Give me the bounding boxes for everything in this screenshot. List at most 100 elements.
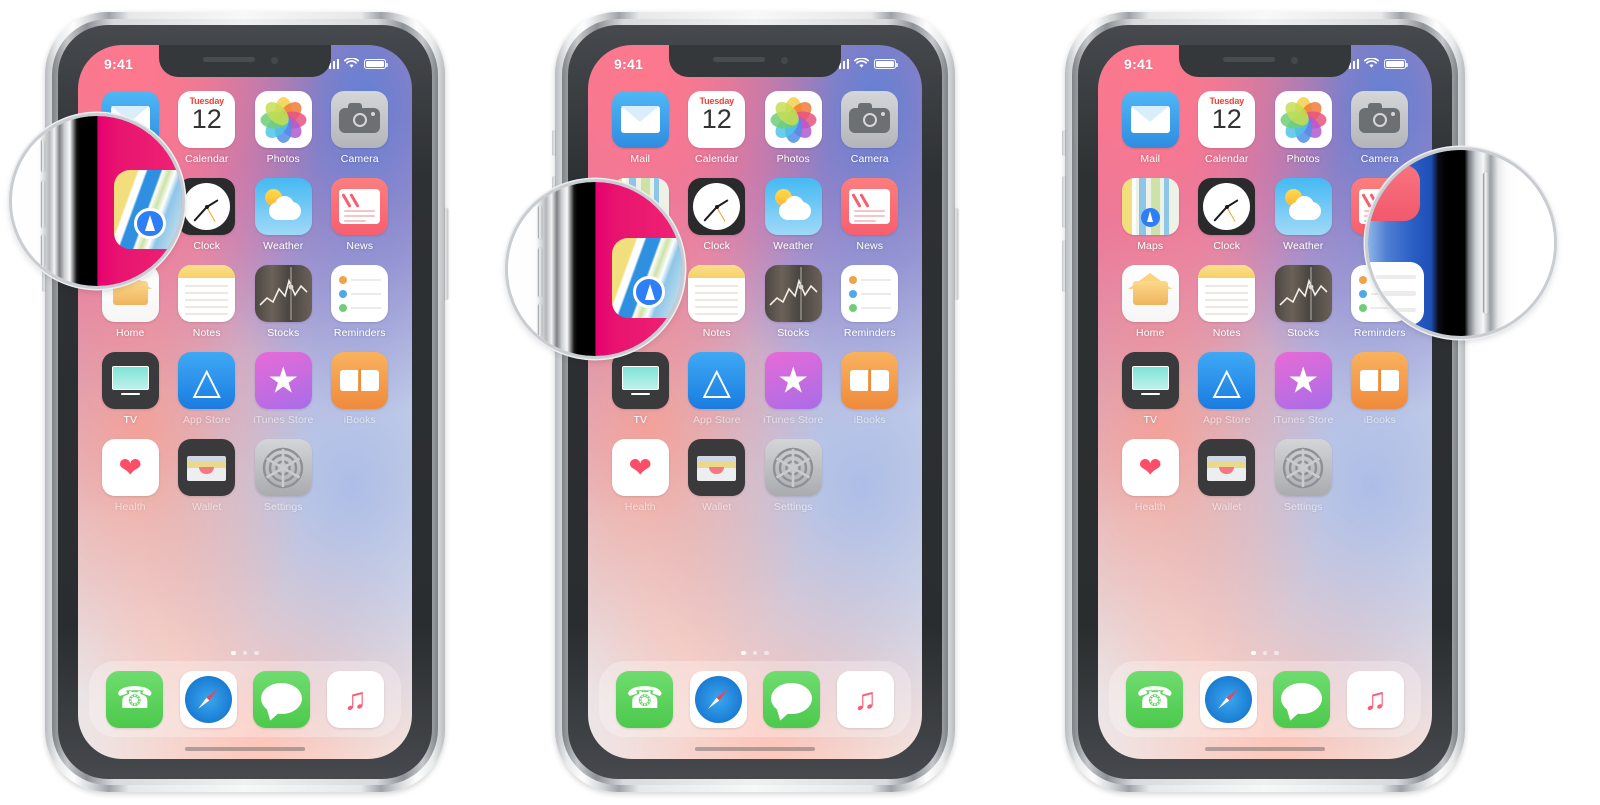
app-notes[interactable]: Notes — [1189, 265, 1266, 339]
health-icon[interactable]: ❤ — [611, 439, 669, 496]
messages-icon[interactable] — [1273, 670, 1331, 728]
news-icon[interactable] — [331, 178, 389, 235]
page-dots[interactable] — [588, 650, 922, 655]
page-dots[interactable] — [1098, 650, 1432, 655]
app-stocks[interactable]: Stocks — [245, 265, 322, 339]
app-app-store[interactable]: △ App Store — [1189, 352, 1266, 426]
news-icon[interactable] — [841, 178, 899, 235]
camera-icon[interactable] — [1351, 91, 1409, 148]
music-icon[interactable]: ♫ — [1346, 670, 1404, 728]
ring-silent-switch-zoom[interactable] — [40, 139, 45, 173]
ibooks-icon[interactable] — [331, 352, 389, 409]
app-photos[interactable]: Photos — [1265, 91, 1342, 165]
app-settings[interactable]: Settings — [245, 439, 322, 513]
app-reminders[interactable]: Reminders — [832, 265, 909, 339]
safari-icon[interactable] — [689, 670, 747, 728]
phone-icon[interactable]: ☎ — [616, 670, 674, 728]
app-settings[interactable]: Settings — [1265, 439, 1342, 513]
calendar-icon[interactable]: Tuesday 12 — [1198, 91, 1256, 148]
wallet-icon[interactable] — [688, 439, 746, 496]
app-stocks[interactable]: Stocks — [1265, 265, 1342, 339]
app-itunes-store[interactable]: ★ iTunes Store — [1265, 352, 1342, 426]
app-app-store[interactable]: △ App Store — [169, 352, 246, 426]
itunes-store-icon[interactable]: ★ — [1274, 352, 1332, 409]
weather-icon[interactable] — [1274, 178, 1332, 235]
messages-icon[interactable] — [763, 670, 821, 728]
stocks-icon[interactable] — [254, 265, 312, 322]
messages-icon[interactable] — [253, 670, 311, 728]
app-calendar[interactable]: Tuesday 12 Calendar — [679, 91, 756, 165]
phone-icon[interactable]: ☎ — [1126, 670, 1184, 728]
ring-silent-switch[interactable] — [552, 130, 556, 156]
camera-icon[interactable] — [841, 91, 899, 148]
reminders-icon[interactable] — [841, 265, 899, 322]
volume-down-button-zoom[interactable] — [40, 235, 45, 268]
calendar-icon[interactable]: Tuesday 12 — [688, 91, 746, 148]
volume-down-button-zoom[interactable] — [537, 303, 542, 337]
stocks-icon[interactable] — [1274, 265, 1332, 322]
home-indicator-bar[interactable] — [1205, 746, 1325, 751]
app-wallet[interactable]: Wallet — [1189, 439, 1266, 513]
ibooks-icon[interactable] — [1351, 352, 1409, 409]
app-health[interactable]: ❤ Health — [92, 439, 169, 513]
tv-icon[interactable] — [611, 352, 669, 409]
itunes-store-icon[interactable]: ★ — [254, 352, 312, 409]
tv-icon[interactable] — [1121, 352, 1179, 409]
ibooks-icon[interactable] — [841, 352, 899, 409]
weather-icon[interactable] — [254, 178, 312, 235]
home-icon[interactable] — [1121, 265, 1179, 322]
health-icon[interactable]: ❤ — [101, 439, 159, 496]
home-indicator-bar[interactable] — [185, 746, 305, 751]
music-icon[interactable]: ♫ — [326, 670, 384, 728]
wallet-icon[interactable] — [1198, 439, 1256, 496]
clock-icon[interactable] — [178, 178, 236, 235]
volume-up-button[interactable] — [1062, 176, 1066, 228]
volume-down-button[interactable] — [1062, 240, 1066, 292]
app-camera[interactable]: Camera — [832, 91, 909, 165]
app-photos[interactable]: Photos — [755, 91, 832, 165]
app-photos[interactable]: Photos — [245, 91, 322, 165]
app-maps[interactable]: Maps — [1112, 178, 1189, 252]
mail-icon[interactable] — [611, 91, 669, 148]
app-wallet[interactable]: Wallet — [169, 439, 246, 513]
settings-icon[interactable] — [1274, 439, 1332, 496]
weather-icon[interactable] — [764, 178, 822, 235]
music-icon[interactable]: ♫ — [836, 670, 894, 728]
app-camera[interactable]: Camera — [322, 91, 399, 165]
app-store-icon[interactable]: △ — [1198, 352, 1256, 409]
settings-icon[interactable] — [254, 439, 312, 496]
app-app-store[interactable]: △ App Store — [679, 352, 756, 426]
photos-icon[interactable] — [1274, 91, 1332, 148]
app-clock[interactable]: Clock — [1189, 178, 1266, 252]
app-store-icon[interactable]: △ — [688, 352, 746, 409]
wallet-icon[interactable] — [178, 439, 236, 496]
volume-up-button-zoom[interactable] — [537, 248, 542, 297]
settings-icon[interactable] — [764, 439, 822, 496]
photos-icon[interactable] — [254, 91, 312, 148]
app-ibooks[interactable]: iBooks — [322, 352, 399, 426]
ring-silent-switch-zoom[interactable] — [537, 206, 542, 240]
side-button-zoom[interactable] — [1483, 172, 1489, 314]
photos-icon[interactable] — [764, 91, 822, 148]
app-store-icon[interactable]: △ — [178, 352, 236, 409]
app-ibooks[interactable]: iBooks — [1342, 352, 1419, 426]
side-button[interactable] — [444, 208, 448, 300]
tv-icon[interactable] — [101, 352, 159, 409]
app-stocks[interactable]: Stocks — [755, 265, 832, 339]
phone-icon[interactable]: ☎ — [106, 670, 164, 728]
app-ibooks[interactable]: iBooks — [832, 352, 909, 426]
health-icon[interactable]: ❤ — [1121, 439, 1179, 496]
notes-icon[interactable] — [178, 265, 236, 322]
app-health[interactable]: ❤ Health — [1112, 439, 1189, 513]
app-mail[interactable]: Mail — [602, 91, 679, 165]
notes-icon[interactable] — [688, 265, 746, 322]
safari-icon[interactable] — [1199, 670, 1257, 728]
side-button[interactable] — [954, 208, 958, 300]
app-health[interactable]: ❤ Health — [602, 439, 679, 513]
app-mail[interactable]: Mail — [1112, 91, 1189, 165]
app-itunes-store[interactable]: ★ iTunes Store — [245, 352, 322, 426]
app-clock[interactable]: Clock — [679, 178, 756, 252]
app-itunes-store[interactable]: ★ iTunes Store — [755, 352, 832, 426]
notes-icon[interactable] — [1198, 265, 1256, 322]
app-news[interactable]: News — [322, 178, 399, 252]
